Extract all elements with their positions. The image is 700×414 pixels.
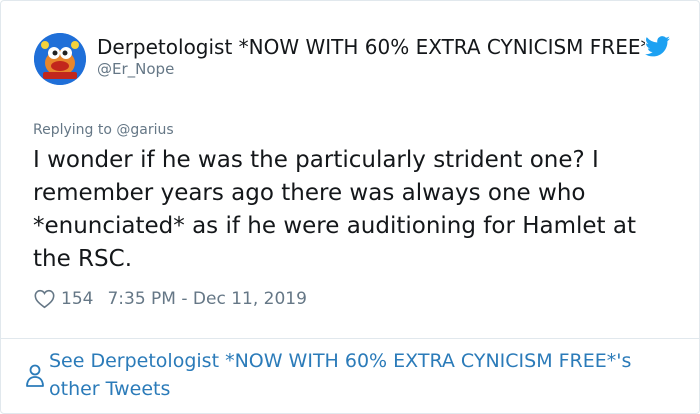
see-other-tweets-link[interactable]: See Derpetologist *NOW WITH 60% EXTRA CY… xyxy=(25,347,679,403)
reply-context: Replying to @garius xyxy=(33,121,174,139)
tweet-card: Derpetologist *NOW WITH 60% EXTRA CYNICI… xyxy=(0,0,700,414)
author-handle[interactable]: @Er_Nope xyxy=(97,60,174,78)
divider xyxy=(1,338,699,339)
see-other-tweets-text[interactable]: See Derpetologist *NOW WITH 60% EXTRA CY… xyxy=(49,347,679,403)
avatar-image xyxy=(34,33,86,85)
person-icon xyxy=(26,364,44,387)
tweet-text: I wonder if he was the particularly stri… xyxy=(33,147,636,272)
tweet-meta: 154 7:35 PM - Dec 11, 2019 xyxy=(34,287,307,311)
reply-prefix: Replying to xyxy=(33,122,117,138)
tweet-timestamp[interactable]: 7:35 PM - Dec 11, 2019 xyxy=(107,289,306,309)
reply-to-handle[interactable]: @garius xyxy=(116,122,173,138)
heart-icon[interactable] xyxy=(34,289,55,309)
twitter-bird-icon[interactable] xyxy=(645,36,670,57)
avatar[interactable] xyxy=(34,33,86,85)
author-name[interactable]: Derpetologist *NOW WITH 60% EXTRA CYNICI… xyxy=(97,35,645,59)
like-count[interactable]: 154 xyxy=(61,289,93,309)
